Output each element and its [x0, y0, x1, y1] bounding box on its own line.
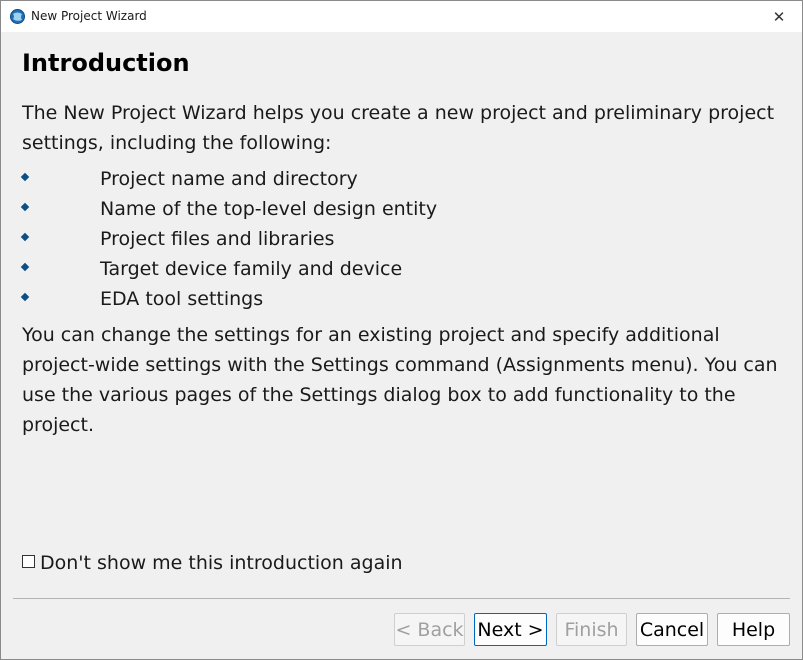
help-button[interactable]: Help	[717, 613, 790, 646]
bullet-icon	[20, 172, 30, 182]
next-button[interactable]: Next >	[474, 613, 547, 646]
wizard-body: Introduction The New Project Wizard help…	[1, 32, 802, 659]
window-title: New Project Wizard	[31, 9, 147, 23]
divider	[13, 598, 790, 599]
bullet-icon	[20, 262, 30, 272]
list-item-label: Name of the top-level design entity	[100, 198, 438, 220]
list-item-label: Project files and libraries	[100, 228, 335, 250]
close-button[interactable]: ✕	[756, 1, 802, 32]
dont-show-again-checkbox[interactable]	[22, 554, 35, 568]
list-item-label: EDA tool settings	[100, 288, 264, 310]
dont-show-again-label[interactable]: Don't show me this introduction again	[40, 552, 403, 574]
close-icon: ✕	[772, 7, 786, 26]
page-title: Introduction	[22, 49, 190, 77]
bullet-icon	[20, 202, 30, 212]
list-item-label: Project name and directory	[100, 168, 358, 190]
intro-text: The New Project Wizard helps you create …	[22, 102, 775, 154]
bullet-icon	[20, 292, 30, 302]
list-item-label: Target device family and device	[100, 258, 403, 280]
bullet-icon	[20, 232, 30, 242]
wizard-window: New Project Wizard ✕ Introduction The Ne…	[0, 0, 803, 660]
settings-note: You can change the settings for an exist…	[22, 324, 778, 436]
globe-icon	[10, 9, 25, 24]
cancel-button[interactable]: Cancel	[636, 613, 708, 646]
title-bar[interactable]: New Project Wizard ✕	[1, 1, 802, 32]
finish-button[interactable]: Finish	[556, 613, 627, 646]
back-button[interactable]: < Back	[394, 613, 465, 646]
dont-show-again-option[interactable]: Don't show me this introduction again	[22, 548, 403, 578]
